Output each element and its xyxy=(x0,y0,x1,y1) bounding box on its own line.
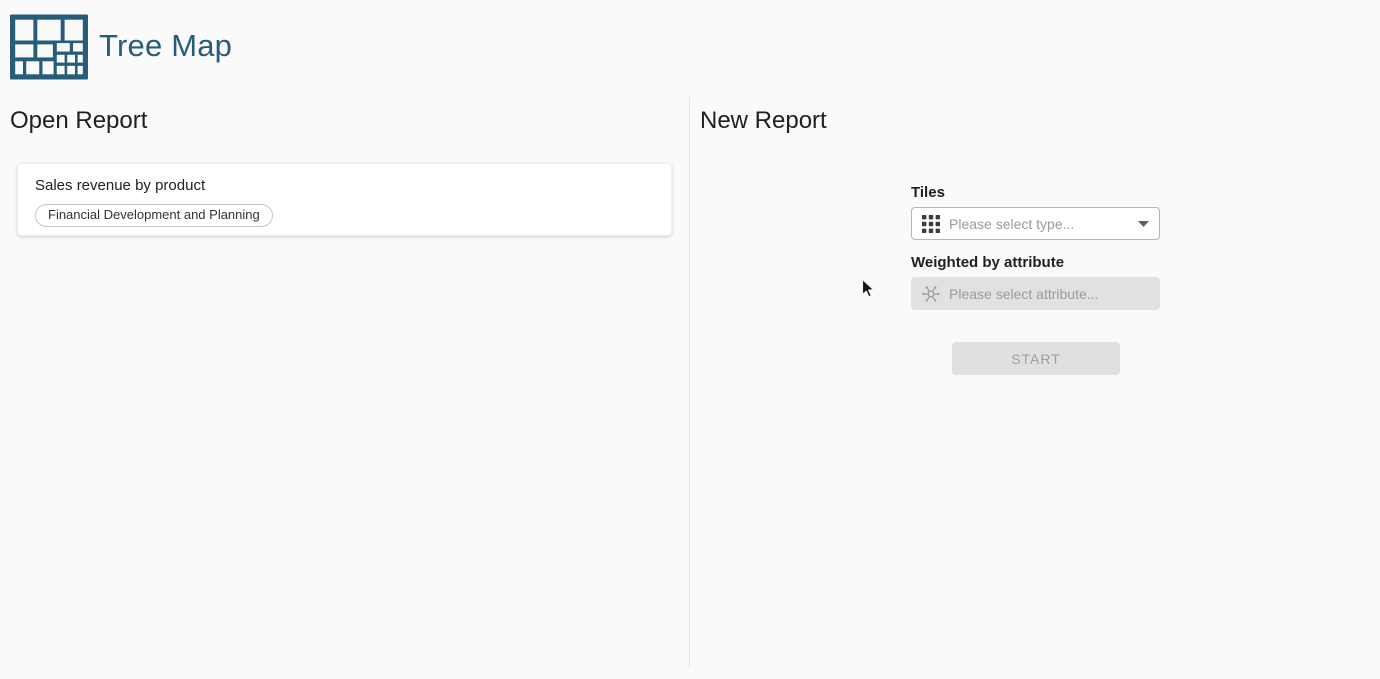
start-button[interactable]: START xyxy=(952,342,1120,375)
app-window: Tree Map Open Report Sales revenue by pr… xyxy=(0,0,1380,679)
app-header: Tree Map xyxy=(0,0,1380,95)
grid-icon xyxy=(922,215,940,233)
report-tag: Financial Development and Planning xyxy=(35,204,273,227)
weighted-select-placeholder: Please select attribute... xyxy=(949,286,1149,302)
open-report-heading: Open Report xyxy=(10,107,147,135)
weighted-attribute-select[interactable]: Please select attribute... xyxy=(911,277,1160,310)
hub-icon xyxy=(922,285,940,303)
weighted-by-attribute-label: Weighted by attribute xyxy=(911,254,1064,271)
tiles-select[interactable]: Please select type... xyxy=(911,207,1160,240)
report-title: Sales revenue by product xyxy=(35,177,654,195)
panel-divider xyxy=(689,97,690,668)
app-title: Tree Map xyxy=(99,28,232,64)
mouse-cursor xyxy=(858,277,875,299)
treemap-logo-icon xyxy=(10,14,88,80)
report-card[interactable]: Sales revenue by product Financial Devel… xyxy=(17,163,672,236)
tiles-label: Tiles xyxy=(911,184,945,201)
new-report-heading: New Report xyxy=(700,107,827,135)
chevron-down-icon xyxy=(1138,221,1149,227)
tiles-select-placeholder: Please select type... xyxy=(949,216,1132,232)
